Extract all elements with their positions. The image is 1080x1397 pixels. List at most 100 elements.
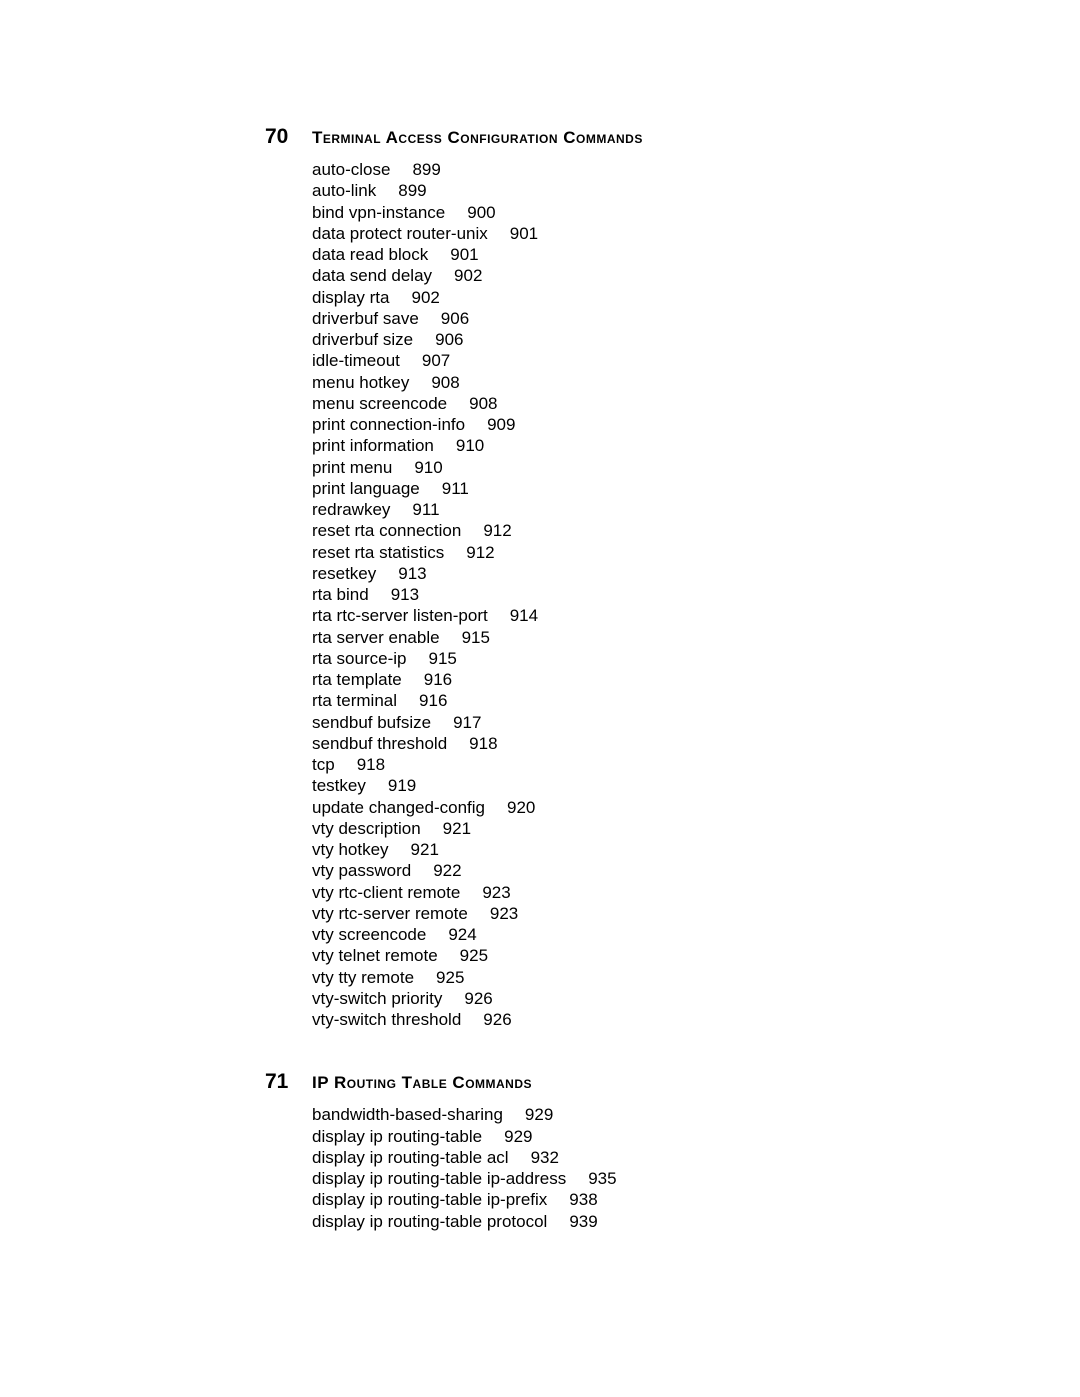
toc-entry[interactable]: sendbuf threshold 918 — [312, 733, 980, 754]
entry-command: rta terminal — [312, 691, 397, 710]
entry-command: sendbuf threshold — [312, 734, 447, 753]
entry-command: menu screencode — [312, 394, 447, 413]
toc-entry[interactable]: reset rta statistics912 — [312, 542, 980, 563]
entry-command: print menu — [312, 458, 392, 477]
entry-command: vty hotkey — [312, 840, 389, 859]
toc-entry[interactable]: resetkey913 — [312, 563, 980, 584]
entry-page: 926 — [464, 989, 492, 1008]
entry-command: menu hotkey — [312, 373, 409, 392]
toc-entry[interactable]: rta bind913 — [312, 584, 980, 605]
entry-page: 926 — [483, 1010, 511, 1029]
entry-page: 910 — [456, 436, 484, 455]
chapter-number: 71 — [265, 1070, 312, 1094]
toc-entry[interactable]: bandwidth-based-sharing 929 — [312, 1104, 980, 1125]
entry-page: 925 — [436, 968, 464, 987]
toc-entry[interactable]: display ip routing-table 929 — [312, 1126, 980, 1147]
toc-entry[interactable]: vty rtc-client remote923 — [312, 882, 980, 903]
entry-page: 921 — [443, 819, 471, 838]
toc-entry[interactable]: testkey 919 — [312, 775, 980, 796]
toc-entry[interactable]: auto-link899 — [312, 180, 980, 201]
entry-page: 899 — [398, 181, 426, 200]
toc-entry[interactable]: vty tty remote 925 — [312, 967, 980, 988]
entry-page: 914 — [510, 606, 538, 625]
entry-page: 918 — [469, 734, 497, 753]
entry-page: 915 — [462, 628, 490, 647]
entry-command: rta source-ip — [312, 649, 406, 668]
toc-section: 71IP Routing Table Commands bandwidth-bas… — [265, 1070, 980, 1232]
entry-command: update changed-config — [312, 798, 485, 817]
entry-page: 919 — [388, 776, 416, 795]
entry-page: 913 — [391, 585, 419, 604]
toc-entry[interactable]: vty hotkey921 — [312, 839, 980, 860]
toc-entry[interactable]: data send delay902 — [312, 265, 980, 286]
toc-entry[interactable]: display ip routing-table ip-address935 — [312, 1168, 980, 1189]
toc-entry[interactable]: data read block901 — [312, 244, 980, 265]
toc-entry[interactable]: display ip routing-table protocol 939 — [312, 1211, 980, 1232]
toc-entry[interactable]: vty screencode924 — [312, 924, 980, 945]
toc-entry[interactable]: menu screencode908 — [312, 393, 980, 414]
entry-page: 939 — [569, 1212, 597, 1231]
entries-list: auto-close899auto-link899bind vpn-instan… — [265, 159, 980, 1030]
entry-command: redrawkey — [312, 500, 390, 519]
toc-entry[interactable]: idle-timeout907 — [312, 350, 980, 371]
toc-entry[interactable]: menu hotkey908 — [312, 372, 980, 393]
entry-page: 938 — [569, 1190, 597, 1209]
toc-page: 70Terminal Access Configuration Commands… — [0, 0, 1080, 1397]
entry-command: rta template — [312, 670, 402, 689]
entry-command: vty rtc-server remote — [312, 904, 468, 923]
entry-command: display ip routing-table — [312, 1127, 482, 1146]
entry-page: 923 — [490, 904, 518, 923]
entry-command: vty tty remote — [312, 968, 414, 987]
entry-page: 929 — [525, 1105, 553, 1124]
entry-page: 902 — [411, 288, 439, 307]
entry-command: sendbuf bufsize — [312, 713, 431, 732]
entry-page: 911 — [442, 479, 469, 498]
entry-command: bandwidth-based-sharing — [312, 1105, 503, 1124]
toc-entry[interactable]: print connection-info909 — [312, 414, 980, 435]
section-header: 71IP Routing Table Commands — [265, 1070, 980, 1094]
toc-entry[interactable]: driverbuf save906 — [312, 308, 980, 329]
entry-page: 922 — [433, 861, 461, 880]
entry-page: 920 — [507, 798, 535, 817]
toc-entry[interactable]: auto-close899 — [312, 159, 980, 180]
toc-entry[interactable]: reset rta connection912 — [312, 520, 980, 541]
toc-entry[interactable]: print information910 — [312, 435, 980, 456]
toc-entry[interactable]: display rta902 — [312, 287, 980, 308]
entry-page: 906 — [441, 309, 469, 328]
entry-command: auto-close — [312, 160, 390, 179]
toc-entry[interactable]: vty password922 — [312, 860, 980, 881]
toc-entry[interactable]: sendbuf bufsize 917 — [312, 712, 980, 733]
toc-entry[interactable]: redrawkey911 — [312, 499, 980, 520]
toc-entry[interactable]: update changed-config 920 — [312, 797, 980, 818]
entry-command: data send delay — [312, 266, 432, 285]
entry-command: vty-switch threshold — [312, 1010, 461, 1029]
entry-page: 906 — [435, 330, 463, 349]
entry-command: display ip routing-table protocol — [312, 1212, 547, 1231]
toc-entry[interactable]: vty-switch priority 926 — [312, 988, 980, 1009]
toc-entry[interactable]: print language911 — [312, 478, 980, 499]
toc-entry[interactable]: display ip routing-table acl932 — [312, 1147, 980, 1168]
entry-page: 929 — [504, 1127, 532, 1146]
toc-entry[interactable]: vty rtc-server remote 923 — [312, 903, 980, 924]
toc-entry[interactable]: driverbuf size906 — [312, 329, 980, 350]
toc-entry[interactable]: rta source-ip915 — [312, 648, 980, 669]
toc-entry[interactable]: display ip routing-table ip-prefix938 — [312, 1189, 980, 1210]
entry-page: 917 — [453, 713, 481, 732]
entry-command: vty-switch priority — [312, 989, 442, 1008]
entry-command: testkey — [312, 776, 366, 795]
toc-entry[interactable]: rta server enable915 — [312, 627, 980, 648]
entry-page: 909 — [487, 415, 515, 434]
toc-entry[interactable]: rta terminal916 — [312, 690, 980, 711]
toc-entry[interactable]: print menu910 — [312, 457, 980, 478]
toc-entry[interactable]: vty telnet remote925 — [312, 945, 980, 966]
entry-page: 935 — [588, 1169, 616, 1188]
toc-entry[interactable]: bind vpn-instance900 — [312, 202, 980, 223]
toc-entry[interactable]: tcp918 — [312, 754, 980, 775]
toc-entry[interactable]: rta template 916 — [312, 669, 980, 690]
entry-page: 912 — [466, 543, 494, 562]
toc-entry[interactable]: vty-switch threshold 926 — [312, 1009, 980, 1030]
toc-entry[interactable]: data protect router-unix901 — [312, 223, 980, 244]
entry-page: 916 — [424, 670, 452, 689]
toc-entry[interactable]: rta rtc-server listen-port914 — [312, 605, 980, 626]
toc-entry[interactable]: vty description921 — [312, 818, 980, 839]
